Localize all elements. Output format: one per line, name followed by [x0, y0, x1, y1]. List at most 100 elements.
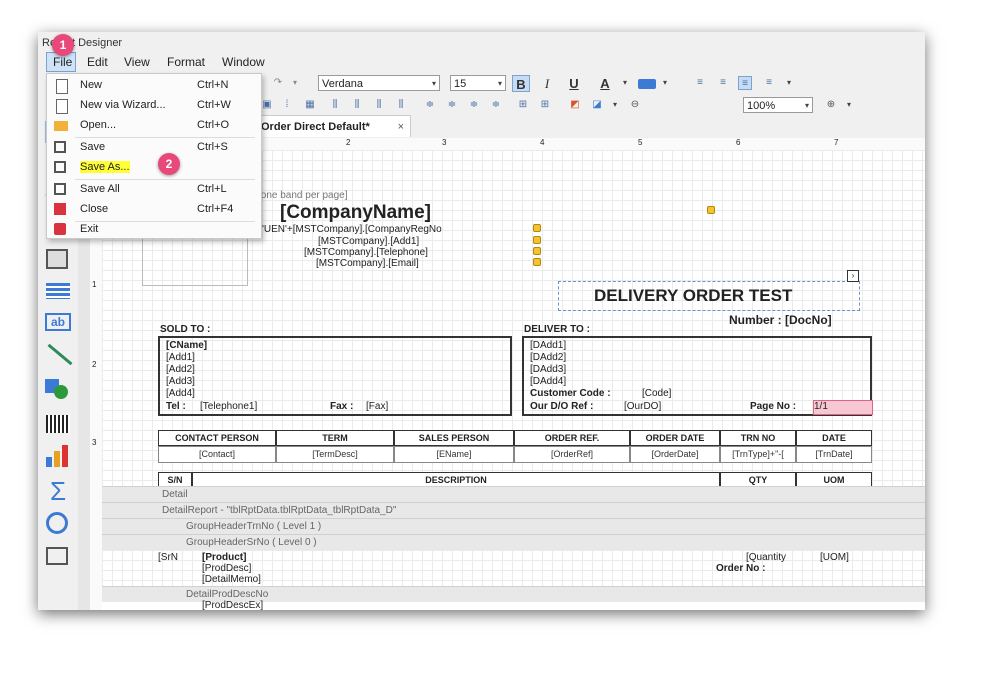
menu-format[interactable]: Format: [167, 55, 205, 69]
quantity-field[interactable]: [Quantity: [746, 552, 786, 563]
bold-button[interactable]: B: [512, 75, 530, 92]
vspace-icon[interactable]: ≑: [423, 98, 437, 112]
expression-tag-icon[interactable]: [533, 247, 541, 255]
date-field[interactable]: [TrnDate]: [796, 446, 872, 463]
italic-button[interactable]: I: [538, 75, 556, 92]
menu-window[interactable]: Window: [222, 55, 265, 69]
doc-number-field[interactable]: Number : [DocNo]: [729, 313, 832, 327]
detail-memo-field[interactable]: [DetailMemo]: [202, 574, 261, 585]
sum-tool-icon[interactable]: Σ: [43, 477, 73, 505]
menu-item-save-as[interactable]: Save As...: [47, 158, 261, 178]
sales-person-field[interactable]: [EName]: [394, 446, 514, 463]
sold-add2-field[interactable]: [Add2]: [166, 364, 195, 375]
expression-tag-icon[interactable]: [533, 258, 541, 266]
uom-field[interactable]: [UOM]: [820, 552, 849, 563]
menu-item-close[interactable]: Close Ctrl+F4: [47, 200, 261, 220]
product-field[interactable]: [Product]: [202, 552, 246, 563]
panel-tool-icon[interactable]: [43, 245, 73, 273]
space-icon[interactable]: ⫼: [372, 98, 386, 112]
underline-button[interactable]: U: [565, 75, 583, 92]
back-color-icon[interactable]: [638, 79, 656, 89]
sold-add1-field[interactable]: [Add1]: [166, 352, 195, 363]
deliver-add3-field[interactable]: [DAdd3]: [530, 364, 566, 375]
line-tool-icon[interactable]: [43, 341, 73, 369]
company-name-field[interactable]: [CompanyName]: [280, 202, 431, 224]
menu-view[interactable]: View: [124, 55, 150, 69]
deliver-add2-field[interactable]: [DAdd2]: [530, 352, 566, 363]
dropdown-arrow-icon[interactable]: ▾: [288, 76, 302, 90]
dropdown-arrow-icon[interactable]: ▾: [782, 76, 796, 90]
band-detail[interactable]: Detail: [102, 486, 925, 503]
prodesc-ex-field[interactable]: [ProdDescEx]: [202, 600, 263, 610]
zoom-select[interactable]: 100% ▾: [743, 97, 813, 113]
dropdown-arrow-icon[interactable]: ▾: [608, 98, 622, 112]
detail-rows[interactable]: [SrN [Product] [ProdDesc] [DetailMemo] […: [102, 550, 925, 586]
space-icon[interactable]: ⫼: [328, 98, 342, 112]
smart-tag-icon[interactable]: ›: [847, 270, 859, 282]
menu-item-new-wizard[interactable]: New via Wizard... Ctrl+W: [47, 96, 261, 116]
center-v-icon[interactable]: ⊞: [538, 98, 552, 112]
center-icon[interactable]: ⁞: [280, 98, 294, 112]
company-reg-field[interactable]: 'UEN'+[MSTCompany].[CompanyRegNo: [262, 224, 442, 235]
table-tool-icon[interactable]: [43, 275, 73, 303]
menu-item-save[interactable]: Save Ctrl+S: [47, 138, 261, 158]
expression-tag-icon[interactable]: [533, 236, 541, 244]
align-center-icon[interactable]: ≡: [716, 76, 730, 90]
contact-field[interactable]: [Contact]: [158, 446, 276, 463]
band-group-header-trnno[interactable]: GroupHeaderTrnNo ( Level 1 ): [102, 518, 925, 535]
space-icon[interactable]: ⫼: [350, 98, 364, 112]
center-h-icon[interactable]: ⊞: [516, 98, 530, 112]
sold-add4-field[interactable]: [Add4]: [166, 388, 195, 399]
tab-close-icon[interactable]: ×: [398, 116, 404, 138]
band-group-header-srno[interactable]: GroupHeaderSrNo ( Level 0 ): [102, 534, 925, 551]
send-back-icon[interactable]: ◪: [590, 98, 604, 112]
shape-tool-icon[interactable]: [43, 373, 73, 401]
proddesc-field[interactable]: [ProdDesc]: [202, 563, 251, 574]
company-add1-field[interactable]: [MSTCompany].[Add1]: [318, 236, 419, 247]
bring-front-icon[interactable]: ◩: [568, 98, 582, 112]
menu-item-exit[interactable]: Exit: [47, 220, 261, 240]
font-color-button[interactable]: A: [596, 75, 614, 92]
dropdown-arrow-icon[interactable]: ▾: [618, 76, 632, 90]
vspace-icon[interactable]: ≑: [467, 98, 481, 112]
band-detail-report[interactable]: DetailReport - "tblRptData.tblRptData_tb…: [102, 502, 925, 519]
menu-edit[interactable]: Edit: [87, 55, 108, 69]
menu-item-save-all[interactable]: Save All Ctrl+L: [47, 180, 261, 200]
sold-add3-field[interactable]: [Add3]: [166, 376, 195, 387]
dropdown-arrow-icon[interactable]: ▾: [658, 76, 672, 90]
our-ref-field[interactable]: [OurDO]: [624, 401, 661, 412]
sparkline-tool-icon[interactable]: [43, 541, 73, 569]
chart-tool-icon[interactable]: [43, 443, 73, 471]
text-box-tool-icon[interactable]: ab: [43, 307, 73, 335]
company-email-field[interactable]: [MSTCompany].[Email]: [316, 258, 419, 269]
sold-name-field[interactable]: [CName]: [166, 340, 207, 351]
customer-code-field[interactable]: [Code]: [642, 388, 671, 399]
menu-item-new[interactable]: New Ctrl+N: [47, 76, 261, 96]
fax-field[interactable]: [Fax]: [366, 401, 388, 412]
justify-icon[interactable]: ≡: [762, 76, 776, 90]
vspace-icon[interactable]: ≑: [445, 98, 459, 112]
document-title[interactable]: DELIVERY ORDER TEST: [594, 286, 792, 306]
align-right-icon[interactable]: ≡: [738, 76, 752, 90]
order-ref-field[interactable]: [OrderRef]: [514, 446, 630, 463]
barcode-tool-icon[interactable]: [43, 409, 73, 437]
trn-no-field[interactable]: [TrnType]+"-[: [720, 446, 796, 463]
align-icon[interactable]: ▣: [260, 98, 274, 112]
tel-field[interactable]: [Telephone1]: [200, 401, 257, 412]
redo-icon[interactable]: ↷: [271, 76, 285, 90]
page-no-field[interactable]: 1/1: [813, 400, 873, 415]
zoom-in-icon[interactable]: ⊕: [824, 98, 838, 112]
company-telephone-field[interactable]: [MSTCompany].[Telephone]: [304, 247, 428, 258]
font-size-select[interactable]: 15 ▾: [450, 75, 506, 91]
term-field[interactable]: [TermDesc]: [276, 446, 394, 463]
grid-icon[interactable]: ▦: [303, 98, 317, 112]
zoom-out-icon[interactable]: ⊖: [628, 98, 642, 112]
space-icon[interactable]: ⫼: [394, 98, 408, 112]
expression-tag-icon[interactable]: [707, 206, 715, 214]
tab-order-direct-default[interactable]: Order Direct Default* ×: [256, 115, 411, 137]
gauge-tool-icon[interactable]: [43, 509, 73, 537]
expression-tag-icon[interactable]: [533, 224, 541, 232]
deliver-add4-field[interactable]: [DAdd4]: [530, 376, 566, 387]
font-name-select[interactable]: Verdana ▾: [318, 75, 440, 91]
dropdown-arrow-icon[interactable]: ▾: [842, 98, 856, 112]
